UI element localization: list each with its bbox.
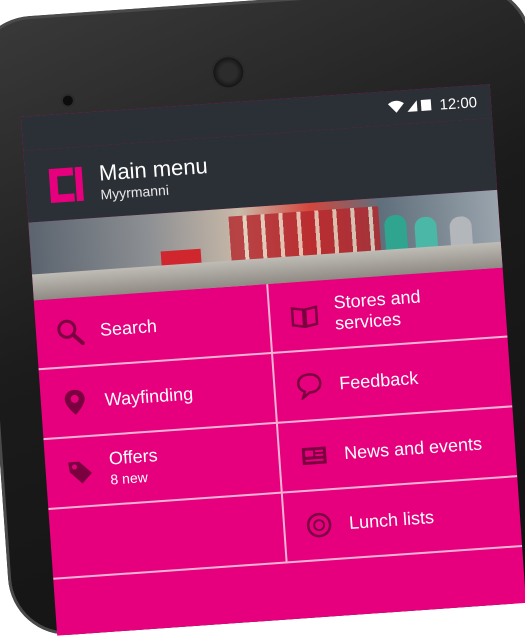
earpiece	[212, 56, 245, 89]
citycon-logo[interactable]	[42, 163, 87, 208]
book-icon	[290, 305, 319, 329]
menu-item-label: Wayfinding	[104, 383, 194, 410]
menu-item-label: Lunch lists	[348, 506, 435, 533]
menu-item-label: Offers 8 new	[108, 445, 159, 490]
menu-grid: Search Stores and services Wayfinding Fe…	[33, 267, 523, 580]
newspaper-icon	[301, 446, 327, 466]
clock: 12:00	[438, 93, 478, 114]
screen: 12:00 Main menu Myyrmanni Search Stores …	[20, 84, 525, 636]
menu-item-label: Feedback	[338, 367, 419, 393]
location-pin-icon	[64, 389, 85, 415]
speech-bubble-icon	[296, 373, 322, 401]
menu-item-label: News and events	[343, 433, 483, 463]
menu-item-label: Search	[99, 315, 158, 340]
offers-count: 8 new	[109, 468, 149, 488]
search-icon	[57, 319, 85, 346]
phone-frame: 12:00 Main menu Myyrmanni Search Stores …	[0, 0, 525, 639]
tag-icon	[68, 461, 92, 484]
menu-item-lunch-lists[interactable]: Lunch lists	[282, 477, 523, 564]
menu-item-label: Stores and services	[332, 286, 422, 334]
plate-icon	[306, 512, 332, 538]
offers-title: Offers	[108, 445, 159, 469]
front-camera	[62, 95, 74, 106]
menu-item-partial[interactable]	[48, 493, 288, 580]
status-icons	[387, 97, 434, 117]
wifi-signal-battery-icon	[388, 98, 432, 113]
